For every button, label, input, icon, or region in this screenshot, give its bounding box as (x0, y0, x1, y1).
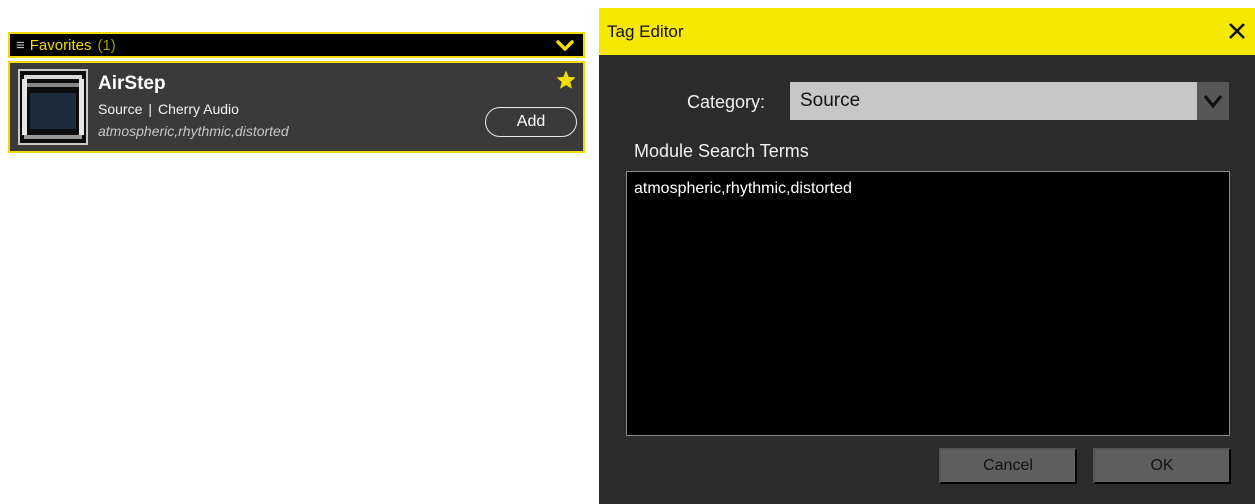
module-thumbnail (18, 69, 88, 145)
search-terms-label: Module Search Terms (634, 141, 809, 161)
module-maker: Cherry Audio (158, 101, 239, 117)
category-value: Source (800, 90, 861, 111)
module-category: Source (98, 101, 143, 117)
ok-button[interactable]: OK (1093, 448, 1231, 484)
module-meta: Source | Cherry Audio (98, 101, 239, 117)
module-name: AirStep (98, 73, 166, 94)
select-chevron-icon (1203, 95, 1223, 109)
search-terms-textarea[interactable]: atmospheric,rhythmic,distorted (626, 171, 1230, 436)
favorites-header[interactable]: ≡ Favorites (1) (8, 32, 585, 58)
menu-icon: ≡ (16, 36, 25, 54)
select-chevron-box[interactable] (1197, 82, 1229, 120)
add-button[interactable]: Add (485, 107, 577, 137)
category-select[interactable]: Source (790, 82, 1229, 120)
favorites-count: (1) (97, 36, 116, 54)
dialog-titlebar[interactable]: Tag Editor (599, 8, 1255, 55)
close-icon[interactable] (1227, 21, 1247, 41)
tag-editor-dialog: Tag Editor Category: Source Module Searc… (599, 8, 1255, 504)
cancel-button[interactable]: Cancel (939, 448, 1077, 484)
star-icon[interactable] (555, 69, 577, 91)
favorites-title: Favorites (29, 36, 92, 54)
dialog-title: Tag Editor (607, 21, 684, 41)
chevron-down-icon[interactable] (555, 38, 575, 54)
module-tags: atmospheric,rhythmic,distorted (98, 123, 289, 139)
meta-separator: | (148, 101, 152, 117)
module-card[interactable]: AirStep Source | Cherry Audio atmospheric,… (8, 61, 585, 153)
category-label: Category: (687, 92, 766, 112)
favorites-panel: ≡ Favorites (1) AirStep Source | Cherry Au… (8, 32, 585, 153)
